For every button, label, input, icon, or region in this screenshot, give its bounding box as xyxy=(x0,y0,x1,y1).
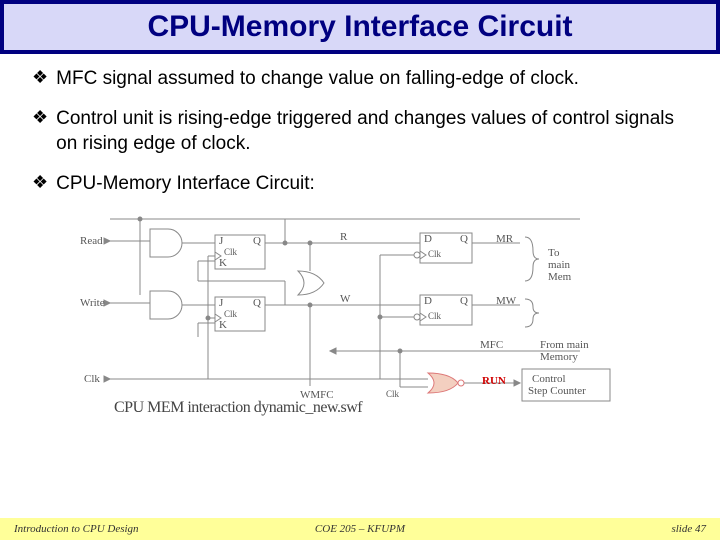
label-mfc: MFC xyxy=(480,339,503,351)
label-jkclk2: Clk xyxy=(224,309,237,319)
swf-caption: CPU MEM interaction dynamic_new.swf xyxy=(114,399,362,417)
label-dq2: Q xyxy=(460,295,468,307)
label-read: Read xyxy=(80,235,103,247)
label-frommem1: Memory xyxy=(540,351,578,363)
label-dclk2: Clk xyxy=(428,311,441,321)
footer: Introduction to CPU Design COE 205 – KFU… xyxy=(0,518,720,540)
label-k: K xyxy=(219,257,227,269)
footer-right: slide 47 xyxy=(671,523,706,535)
title-bar: CPU-Memory Interface Circuit xyxy=(0,0,720,54)
bullet-item: ❖ CPU-Memory Interface Circuit: xyxy=(32,171,688,197)
label-mw: MW xyxy=(496,295,516,307)
label-d2: D xyxy=(424,295,432,307)
label-jkclk: Clk xyxy=(224,247,237,257)
bullet-item: ❖ MFC signal assumed to change value on … xyxy=(32,66,688,92)
bullet-text: MFC signal assumed to change value on fa… xyxy=(56,66,579,92)
label-mr: MR xyxy=(496,233,513,245)
content-area: ❖ MFC signal assumed to change value on … xyxy=(0,54,720,421)
circuit-diagram: Read Write Clk J K Q Clk J K Q Clk R W D… xyxy=(80,211,640,421)
bullet-icon: ❖ xyxy=(32,106,48,157)
label-control0: Control xyxy=(532,373,566,385)
label-write: Write xyxy=(80,297,105,309)
footer-left: Introduction to CPU Design xyxy=(14,523,139,535)
label-k2: K xyxy=(219,319,227,331)
label-control1: Step Counter xyxy=(528,385,586,397)
label-clk-nor: Clk xyxy=(386,389,399,399)
footer-mid: COE 205 – KFUPM xyxy=(315,523,405,535)
label-d: D xyxy=(424,233,432,245)
label-q2: Q xyxy=(253,297,261,309)
bullet-item: ❖ Control unit is rising-edge triggered … xyxy=(32,106,688,157)
bullet-icon: ❖ xyxy=(32,66,48,92)
label-j2: J xyxy=(219,297,223,309)
label-r: R xyxy=(340,231,347,243)
label-clk: Clk xyxy=(84,373,100,385)
label-frommem0: From main xyxy=(540,339,589,351)
label-tomem1: main xyxy=(548,259,570,271)
label-q: Q xyxy=(253,235,261,247)
label-tomem0: To xyxy=(548,247,559,259)
bullet-text: CPU-Memory Interface Circuit: xyxy=(56,171,315,197)
label-run: RUN xyxy=(482,375,506,387)
bullet-text: Control unit is rising-edge triggered an… xyxy=(56,106,688,157)
label-dclk: Clk xyxy=(428,249,441,259)
bullet-icon: ❖ xyxy=(32,171,48,197)
label-dq: Q xyxy=(460,233,468,245)
label-j: J xyxy=(219,235,223,247)
title-inner: CPU-Memory Interface Circuit xyxy=(4,4,716,50)
page-title: CPU-Memory Interface Circuit xyxy=(147,10,572,43)
label-tomem2: Mem xyxy=(548,271,571,283)
label-w: W xyxy=(340,293,350,305)
